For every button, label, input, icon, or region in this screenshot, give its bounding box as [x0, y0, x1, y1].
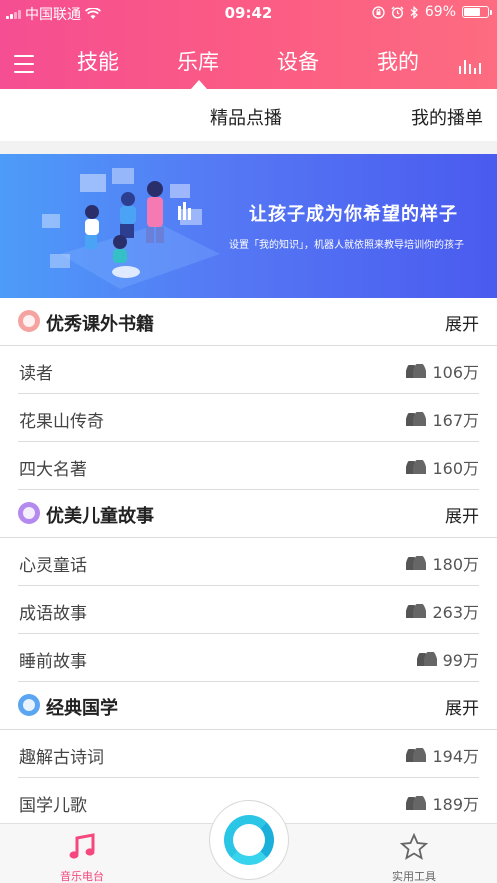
- story-icon: [18, 502, 40, 524]
- subtab-featured[interactable]: 精品点播: [210, 104, 282, 130]
- listener-count: 99万: [442, 651, 479, 670]
- listener-count: 167万: [432, 411, 479, 430]
- listeners-icon: [406, 748, 427, 762]
- listener-count: 180万: [432, 555, 479, 574]
- listeners-icon: [406, 796, 427, 810]
- header-bar: 中国联通 09:42 69% 技能 乐库 设备 我的: [0, 0, 497, 89]
- tab-skills[interactable]: 技能: [58, 46, 138, 76]
- battery-percent: 69%: [424, 4, 456, 20]
- tab-music-library[interactable]: 乐库: [158, 46, 238, 76]
- item-title: 睡前故事: [19, 652, 87, 672]
- music-note-icon: [69, 833, 95, 859]
- tab-devices[interactable]: 设备: [258, 46, 338, 76]
- item-title: 花果山传奇: [19, 412, 104, 432]
- listeners-icon: [406, 556, 427, 570]
- banner-title: 让孩子成为你希望的样子: [249, 204, 458, 225]
- star-icon: [399, 832, 429, 860]
- item-title: 趣解古诗词: [19, 748, 104, 768]
- alarm-icon: [391, 6, 404, 19]
- active-tab-indicator: [191, 80, 207, 89]
- section-header: 经典国学 展开: [0, 682, 497, 730]
- listener-count: 106万: [432, 363, 479, 382]
- section-header: 优秀课外书籍 展开: [0, 298, 497, 346]
- expand-button[interactable]: 展开: [445, 310, 479, 335]
- listener-count: 189万: [432, 795, 479, 814]
- list-item[interactable]: 四大名著 160万: [0, 442, 497, 490]
- banner-illustration: [42, 168, 220, 289]
- tab-mine[interactable]: 我的: [358, 46, 438, 76]
- equalizer-icon[interactable]: [459, 58, 483, 74]
- battery-icon: [462, 6, 492, 18]
- listener-count: 194万: [432, 747, 479, 766]
- item-title: 成语故事: [19, 604, 87, 624]
- app-screen: 中国联通 09:42 69% 技能 乐库 设备 我的 精品点播 我的播单 让孩子…: [0, 0, 497, 883]
- expand-button[interactable]: 展开: [445, 502, 479, 527]
- nav-music-radio[interactable]: 音乐电台: [42, 832, 122, 883]
- listener-count: 160万: [432, 459, 479, 478]
- item-title: 读者: [19, 364, 53, 384]
- promo-banner[interactable]: 让孩子成为你希望的样子 设置「我的知识」，机器人就依照来教导培训你的孩子: [0, 154, 497, 298]
- graduation-cap-icon: [18, 694, 40, 716]
- list-item[interactable]: 睡前故事 99万: [0, 634, 497, 682]
- section-title: 优美儿童故事: [46, 506, 154, 527]
- listeners-icon: [406, 460, 427, 474]
- listeners-icon: [406, 364, 427, 378]
- list-item[interactable]: 成语故事 263万: [0, 586, 497, 634]
- list-item[interactable]: 趣解古诗词 194万: [0, 730, 497, 778]
- list-item[interactable]: 花果山传奇 167万: [0, 394, 497, 442]
- bluetooth-icon: [410, 5, 418, 19]
- nav-label: 实用工具: [392, 870, 436, 883]
- list-item[interactable]: 读者 106万: [0, 346, 497, 394]
- menu-icon[interactable]: [14, 55, 34, 73]
- top-tab-bar: 技能 乐库 设备 我的: [48, 46, 448, 80]
- listeners-icon: [406, 412, 427, 426]
- item-title: 国学儿歌: [19, 796, 87, 816]
- listeners-icon: [406, 604, 427, 618]
- category-list: 优秀课外书籍 展开 读者 106万 花果山传奇 167万 四大名著 160万 优…: [0, 298, 497, 823]
- book-icon: [18, 310, 40, 332]
- subtab-my-playlist[interactable]: 我的播单: [411, 104, 483, 130]
- expand-button[interactable]: 展开: [445, 694, 479, 719]
- nav-label: 音乐电台: [60, 870, 104, 883]
- item-title: 心灵童话: [19, 556, 87, 576]
- listeners-icon: [416, 652, 437, 666]
- section-header: 优美儿童故事 展开: [0, 490, 497, 538]
- section-title: 优秀课外书籍: [46, 314, 154, 335]
- rotation-lock-icon: [372, 5, 385, 19]
- banner-subtitle: 设置「我的知识」，机器人就依照来教导培训你的孩子: [229, 240, 464, 251]
- nav-tools[interactable]: 实用工具: [374, 832, 454, 883]
- item-title: 四大名著: [19, 460, 87, 480]
- sub-tab-bar: 精品点播 我的播单: [0, 89, 497, 141]
- section-title: 经典国学: [46, 698, 118, 719]
- voice-assistant-button[interactable]: [209, 800, 289, 880]
- status-bar: 中国联通 09:42 69%: [0, 0, 497, 26]
- list-item[interactable]: 心灵童话 180万: [0, 538, 497, 586]
- listener-count: 263万: [432, 603, 479, 622]
